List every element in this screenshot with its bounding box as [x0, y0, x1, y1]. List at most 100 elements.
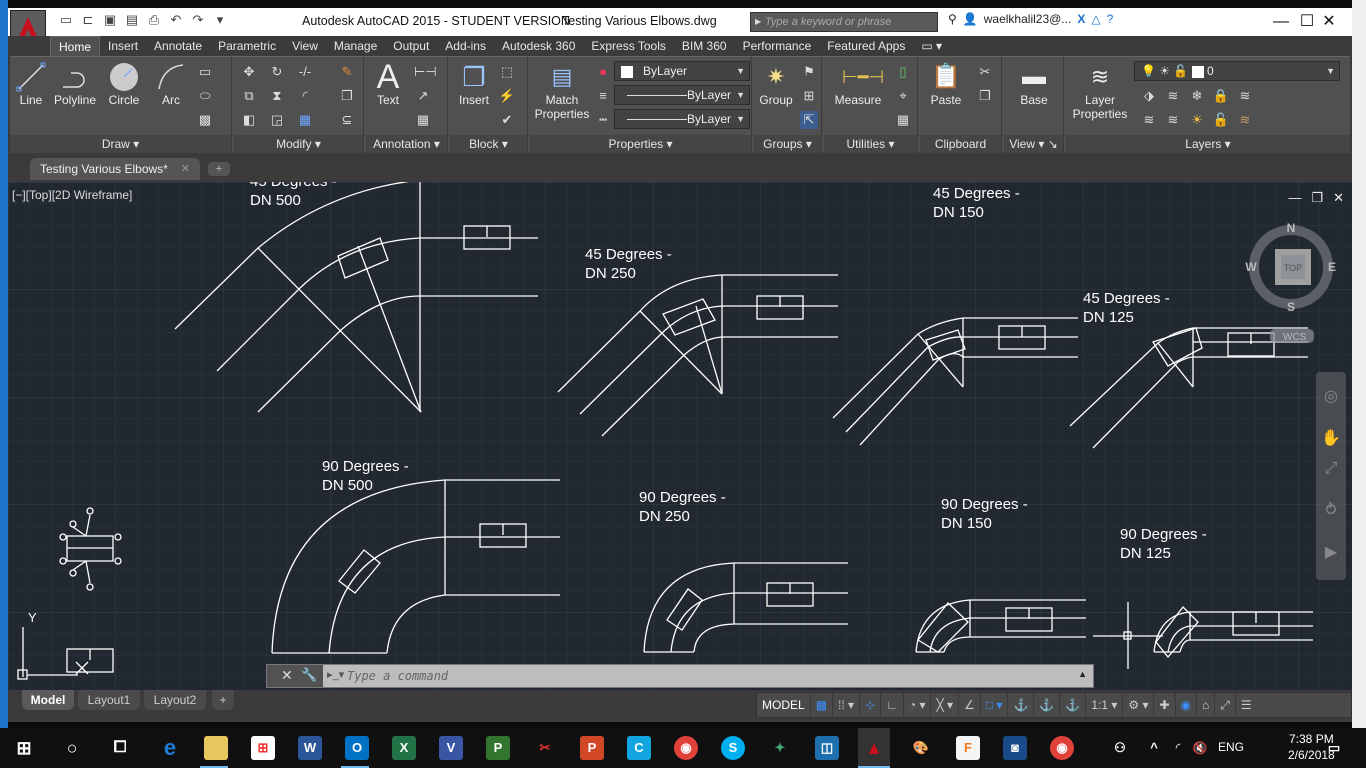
group-button[interactable]: ✷ Group — [756, 61, 796, 107]
linetype-combo[interactable]: ByLayer ▼ — [614, 85, 750, 105]
ribbon-tab-featured-apps[interactable]: Featured Apps — [819, 36, 913, 56]
close-tab-icon[interactable]: ✕ — [181, 158, 190, 180]
group-edit-icon[interactable]: ⊞ — [800, 87, 818, 105]
dimension-icon[interactable]: ⊢⊣ — [414, 63, 437, 81]
copy-clip-icon[interactable]: ❐ — [976, 87, 994, 105]
app-icon[interactable]: ✦ — [768, 736, 792, 760]
viewport-close-icon[interactable]: ✕ — [1333, 190, 1344, 206]
trim-icon[interactable]: -/- — [296, 63, 314, 81]
chrome-icon[interactable]: ◉ — [674, 736, 698, 760]
command-prompt-icon[interactable]: ▸_▾ — [327, 668, 344, 681]
lineweight-combo[interactable]: ByLayer ▼ — [614, 109, 750, 129]
offset-icon[interactable]: ⊆ — [338, 111, 356, 129]
layer-current-icon[interactable]: ≋ — [1236, 87, 1254, 105]
showmotion-icon[interactable]: ▶ — [1320, 542, 1342, 564]
utilities-panel-title[interactable]: Utilities ▾ — [824, 135, 917, 153]
ribbon-tab-insert[interactable]: Insert — [100, 36, 146, 56]
point-icon[interactable]: ⌖ — [894, 87, 912, 105]
ribbon-tab-performance[interactable]: Performance — [735, 36, 820, 56]
people-icon[interactable]: ⚇ — [1108, 736, 1132, 760]
show-hidden-icons-icon[interactable]: ^ — [1142, 736, 1166, 760]
match-properties-button[interactable]: ▤ Match Properties — [532, 61, 592, 121]
base-button[interactable]: ▬ Base — [1014, 61, 1054, 107]
help-icon[interactable]: ? — [1107, 12, 1114, 26]
object-snap-icon[interactable]: □ ▾ — [981, 693, 1009, 717]
file-tab[interactable]: Testing Various Elbows* ✕ — [30, 158, 200, 180]
expand-arrow-icon[interactable]: ▶ — [755, 17, 761, 26]
save-icon[interactable]: ▣ — [102, 12, 118, 28]
grid-icon[interactable]: ▦ — [811, 693, 834, 717]
close-command-icon[interactable]: ✕ — [281, 667, 293, 684]
paint-icon[interactable]: 🎨 — [909, 736, 933, 760]
customize-menu-icon[interactable]: ☰ — [1236, 693, 1257, 717]
volume-muted-icon[interactable]: 🔇 — [1188, 736, 1212, 760]
user-name[interactable]: waelkhalil23@... — [984, 12, 1072, 26]
array-icon[interactable]: ▦ — [296, 111, 314, 129]
app-icon[interactable]: ◫ — [815, 736, 839, 760]
customize-wrench-icon[interactable]: 🔧 — [301, 667, 317, 683]
clean-screen-icon[interactable]: ⤢ — [1215, 693, 1236, 717]
command-input[interactable] — [347, 668, 1047, 684]
annotation-scale[interactable]: 1:1 ▾ — [1086, 693, 1124, 717]
redo-icon[interactable]: ↷ — [190, 12, 206, 28]
tab-layout1[interactable]: Layout1 — [78, 690, 140, 710]
skype-icon[interactable]: S — [721, 736, 745, 760]
object-snap-tracking-icon[interactable]: ∠ — [959, 693, 981, 717]
cortana-icon[interactable]: ○ — [60, 736, 84, 760]
zoom-extents-icon[interactable]: ⤢ — [1320, 458, 1342, 480]
block-panel-title[interactable]: Block ▾ — [450, 135, 527, 153]
stretch-icon[interactable]: ◧ — [240, 111, 258, 129]
ellipse-icon[interactable]: ⬭ — [196, 87, 214, 105]
close-button[interactable]: ✕ — [1306, 8, 1352, 36]
ortho-icon[interactable]: ∟ — [881, 693, 904, 717]
layer-freeze-icon[interactable]: ❄ — [1188, 87, 1206, 105]
store-icon[interactable]: ⊞ — [251, 736, 275, 760]
layer-lock-icon[interactable]: 🔒 — [1212, 87, 1230, 105]
cut-icon[interactable]: ✂ — [976, 63, 994, 81]
leader-icon[interactable]: ↗ — [414, 87, 432, 105]
layer-match-current-icon[interactable]: ≋ — [1236, 111, 1254, 129]
measure-button[interactable]: ⊢━⊣ Measure — [828, 61, 888, 107]
command-line-handle[interactable]: ✕ 🔧 — [267, 665, 323, 687]
auto-scale-icon[interactable]: ⚓ — [1034, 693, 1061, 717]
viewport-restore-icon[interactable]: ❐ — [1311, 190, 1323, 206]
infer-constraints-icon[interactable]: ⊹ — [860, 693, 882, 717]
chrome-icon[interactable]: ◉ — [1050, 736, 1074, 760]
layer-previous-icon[interactable]: ≋ — [1164, 111, 1182, 129]
annotation-panel-title[interactable]: Annotation ▾ — [366, 135, 447, 153]
color-combo[interactable]: ByLayer ▼ — [614, 61, 750, 81]
ribbon-tab-annotate[interactable]: Annotate — [146, 36, 210, 56]
mirror-icon[interactable]: ⧗ — [268, 87, 286, 105]
tab-layout2[interactable]: Layout2 — [144, 690, 206, 710]
file-explorer-icon[interactable] — [204, 736, 228, 760]
erase-icon[interactable]: ✎ — [338, 63, 356, 81]
language-indicator[interactable]: ENG — [1218, 740, 1244, 754]
layers-panel-title[interactable]: Layers ▾ — [1066, 135, 1350, 153]
snipping-tool-icon[interactable]: ✂ — [533, 736, 557, 760]
rotate-icon[interactable]: ↻ — [268, 63, 286, 81]
ribbon-tab-home[interactable]: Home — [50, 36, 101, 56]
table-icon[interactable]: ▦ — [414, 111, 432, 129]
steering-wheel-icon[interactable]: ◎ — [1320, 386, 1342, 408]
annotation-scale-icon[interactable]: ⚓ — [1060, 693, 1087, 717]
circle-button[interactable]: Circle — [104, 61, 144, 107]
move-icon[interactable]: ✥ — [240, 63, 258, 81]
polar-tracking-icon[interactable]: ◔ ▾ — [904, 693, 932, 717]
edit-block-icon[interactable]: ⚡ — [498, 87, 516, 105]
layer-isolate-icon[interactable]: ⬗ — [1140, 87, 1158, 105]
fusion-icon[interactable]: F — [956, 736, 980, 760]
explode-icon[interactable]: ❐ — [338, 87, 356, 105]
pan-icon[interactable]: ✋ — [1320, 428, 1342, 450]
isolate-objects-icon[interactable]: ◉ — [1176, 693, 1198, 717]
user-icon[interactable]: 👤 — [963, 12, 978, 26]
annotation-visibility-icon[interactable]: ⚓ — [1008, 693, 1035, 717]
plot-icon[interactable]: ⎙ — [146, 12, 162, 28]
edit-attributes-icon[interactable]: ✔ — [498, 111, 516, 129]
clipboard-panel-title[interactable]: Clipboard — [920, 135, 1001, 153]
ribbon-minimize-toggle[interactable]: ▭ ▾ — [913, 36, 950, 56]
model-space-toggle[interactable]: MODEL — [757, 693, 811, 717]
exchange-icon[interactable]: X — [1077, 12, 1085, 26]
hatch-icon[interactable]: ▩ — [196, 111, 214, 129]
visio-icon[interactable]: V — [439, 736, 463, 760]
properties-panel-title[interactable]: Properties ▾ — [530, 135, 751, 153]
